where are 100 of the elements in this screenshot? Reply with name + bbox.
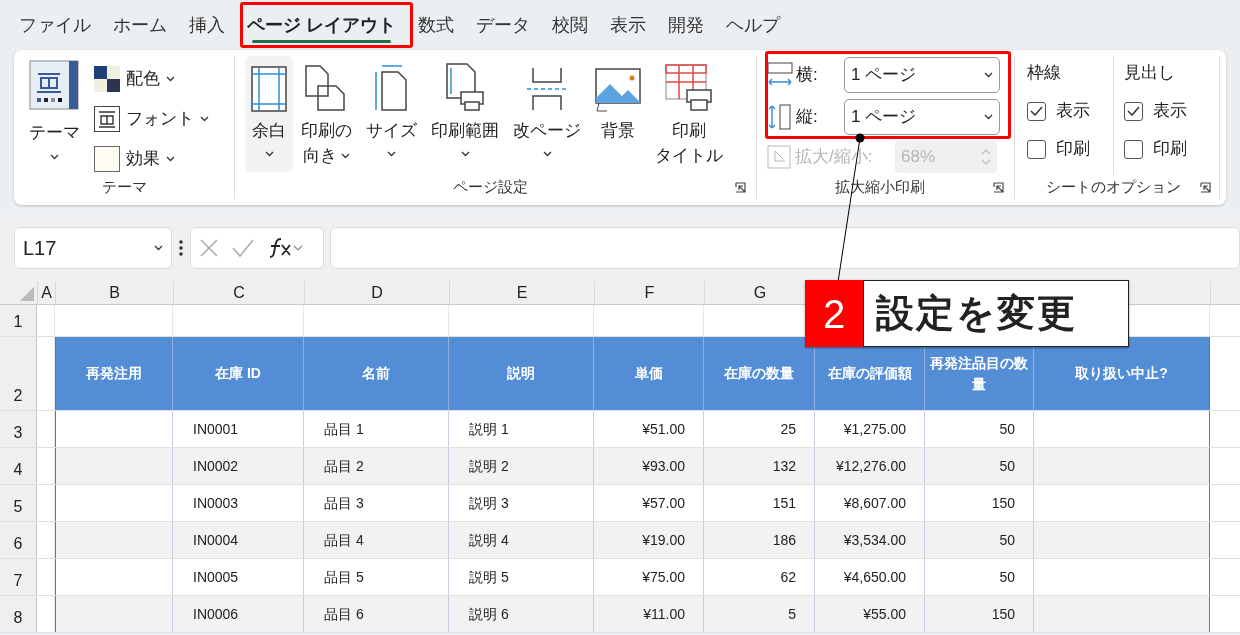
- group-label: テーマ: [101, 177, 147, 197]
- page-count-dropdown[interactable]: 1 ページ: [844, 57, 1000, 93]
- column-header[interactable]: D: [371, 280, 383, 305]
- formula-input[interactable]: [330, 226, 1240, 269]
- column-header[interactable]: F: [644, 280, 655, 305]
- ribbon-tab[interactable]: ヘルプ: [715, 5, 791, 45]
- checkbox[interactable]: [1027, 101, 1046, 121]
- height-fit-icon: [767, 104, 793, 130]
- chevron-icon: [264, 151, 274, 157]
- column-header[interactable]: C: [233, 280, 245, 305]
- checkbox[interactable]: [1027, 139, 1046, 159]
- chevron-icon: [460, 151, 470, 157]
- table-cell: ¥93.00: [594, 448, 704, 484]
- table-cell: 50: [925, 522, 1034, 558]
- margins-icon: [251, 66, 287, 112]
- table-cell: 5: [704, 596, 815, 632]
- ribbon-tab[interactable]: 数式: [407, 5, 465, 45]
- check-icon[interactable]: [231, 237, 255, 258]
- table-cell: ¥55.00: [815, 596, 925, 632]
- chevron-icon: [166, 76, 175, 82]
- ribbon-tab[interactable]: データ: [465, 5, 541, 45]
- ribbon-tab[interactable]: ファイル: [8, 5, 102, 45]
- page-setup-button[interactable]: 印刷の 向き: [295, 56, 358, 172]
- dialog-launcher-icon[interactable]: [1200, 181, 1211, 193]
- scale-icon: [767, 145, 791, 169]
- table-cell: IN0002: [173, 448, 304, 484]
- table-cell: 品目 4: [304, 522, 449, 558]
- chevron-icon: [341, 152, 350, 159]
- table-cell: ¥11.00: [594, 596, 704, 632]
- page-setup-button[interactable]: 印刷 タイトル: [649, 56, 729, 172]
- table-cell: 186: [704, 522, 815, 558]
- chevron-icon: [387, 151, 396, 157]
- page-setup-button[interactable]: サイズ: [360, 56, 423, 172]
- table-cell: ¥3,534.00: [815, 522, 925, 558]
- background-picture-icon: [595, 68, 641, 112]
- page-count-dropdown[interactable]: 1 ページ: [844, 99, 1000, 135]
- table-cell: 50: [925, 448, 1034, 484]
- checkbox[interactable]: [1124, 139, 1144, 159]
- row-number[interactable]: 3: [0, 411, 37, 447]
- table-cell: IN0006: [173, 596, 304, 632]
- chevron-icon: [154, 244, 163, 251]
- width-fit-icon: [767, 62, 793, 88]
- chevron-icon: [984, 114, 993, 120]
- column-header[interactable]: B: [109, 280, 120, 305]
- column-header[interactable]: E: [516, 280, 528, 305]
- theme-option-button[interactable]: 配色: [94, 62, 209, 96]
- themes-button[interactable]: テーマ: [14, 58, 94, 176]
- checkbox[interactable]: [1124, 101, 1144, 121]
- row-number[interactable]: 1: [0, 305, 37, 336]
- row-number[interactable]: 2: [0, 337, 37, 410]
- row-number[interactable]: 6: [0, 522, 37, 558]
- color-palette-icon: [94, 66, 120, 92]
- table-cell: 説明 2: [449, 448, 594, 484]
- theme-option-button[interactable]: フォント: [94, 102, 209, 136]
- step-number: 2: [805, 280, 863, 347]
- ribbon-tab[interactable]: 表示: [599, 5, 657, 45]
- function-icon[interactable]: [267, 236, 303, 259]
- column-header[interactable]: A: [41, 280, 52, 305]
- ribbon-tab[interactable]: ページ レイアウト: [236, 5, 407, 45]
- table-cell: 品目 6: [304, 596, 449, 632]
- table-header-cell: 取り扱い中止?: [1034, 337, 1210, 410]
- chevron-icon: [542, 151, 552, 157]
- page-setup-button[interactable]: 改ページ: [507, 56, 587, 172]
- column-header[interactable]: G: [753, 280, 767, 305]
- group-label: ページ設定: [452, 176, 528, 197]
- page-break-icon: [525, 66, 569, 112]
- option-heading: 見出し: [1124, 62, 1177, 84]
- page-setup-button[interactable]: 印刷範囲: [425, 56, 505, 172]
- chevron-icon: [166, 156, 175, 162]
- chevron-icon: [49, 153, 59, 160]
- option-label: 表示: [1056, 100, 1090, 123]
- theme-icon: [29, 60, 79, 110]
- fit-label: 縦:: [796, 106, 819, 129]
- row-number[interactable]: 8: [0, 596, 37, 632]
- callout-text: 設定を変更: [863, 280, 1129, 347]
- ribbon-tab[interactable]: 校閲: [541, 5, 599, 45]
- effects-icon: [94, 146, 120, 172]
- ribbon-tab[interactable]: 挿入: [178, 5, 236, 45]
- table-cell: 150: [925, 596, 1034, 632]
- table-header-cell: 再発注用: [55, 337, 173, 410]
- font-icon: [94, 106, 120, 132]
- name-box[interactable]: L17: [14, 226, 172, 269]
- option-heading: 枠線: [1027, 62, 1062, 84]
- dialog-launcher-icon[interactable]: [735, 181, 746, 193]
- table-header-cell: 説明: [449, 337, 594, 410]
- ribbon-tab[interactable]: 開発: [657, 5, 715, 45]
- table-header-cell: 在庫の数量: [704, 337, 815, 410]
- ribbon-tab[interactable]: ホーム: [102, 5, 178, 45]
- group-label: シートのオプション: [1046, 176, 1181, 197]
- theme-option-button[interactable]: 効果: [94, 142, 209, 176]
- dialog-launcher-icon[interactable]: [993, 181, 1004, 193]
- table-cell: 説明 4: [449, 522, 594, 558]
- page-setup-button[interactable]: 余白: [245, 56, 293, 172]
- page-setup-button[interactable]: 背景: [589, 56, 647, 172]
- table-cell: ¥12,276.00: [815, 448, 925, 484]
- row-number[interactable]: 7: [0, 559, 37, 595]
- row-number[interactable]: 5: [0, 485, 37, 521]
- fit-label: 横:: [796, 64, 819, 87]
- row-number[interactable]: 4: [0, 448, 37, 484]
- more-icon[interactable]: [178, 238, 184, 257]
